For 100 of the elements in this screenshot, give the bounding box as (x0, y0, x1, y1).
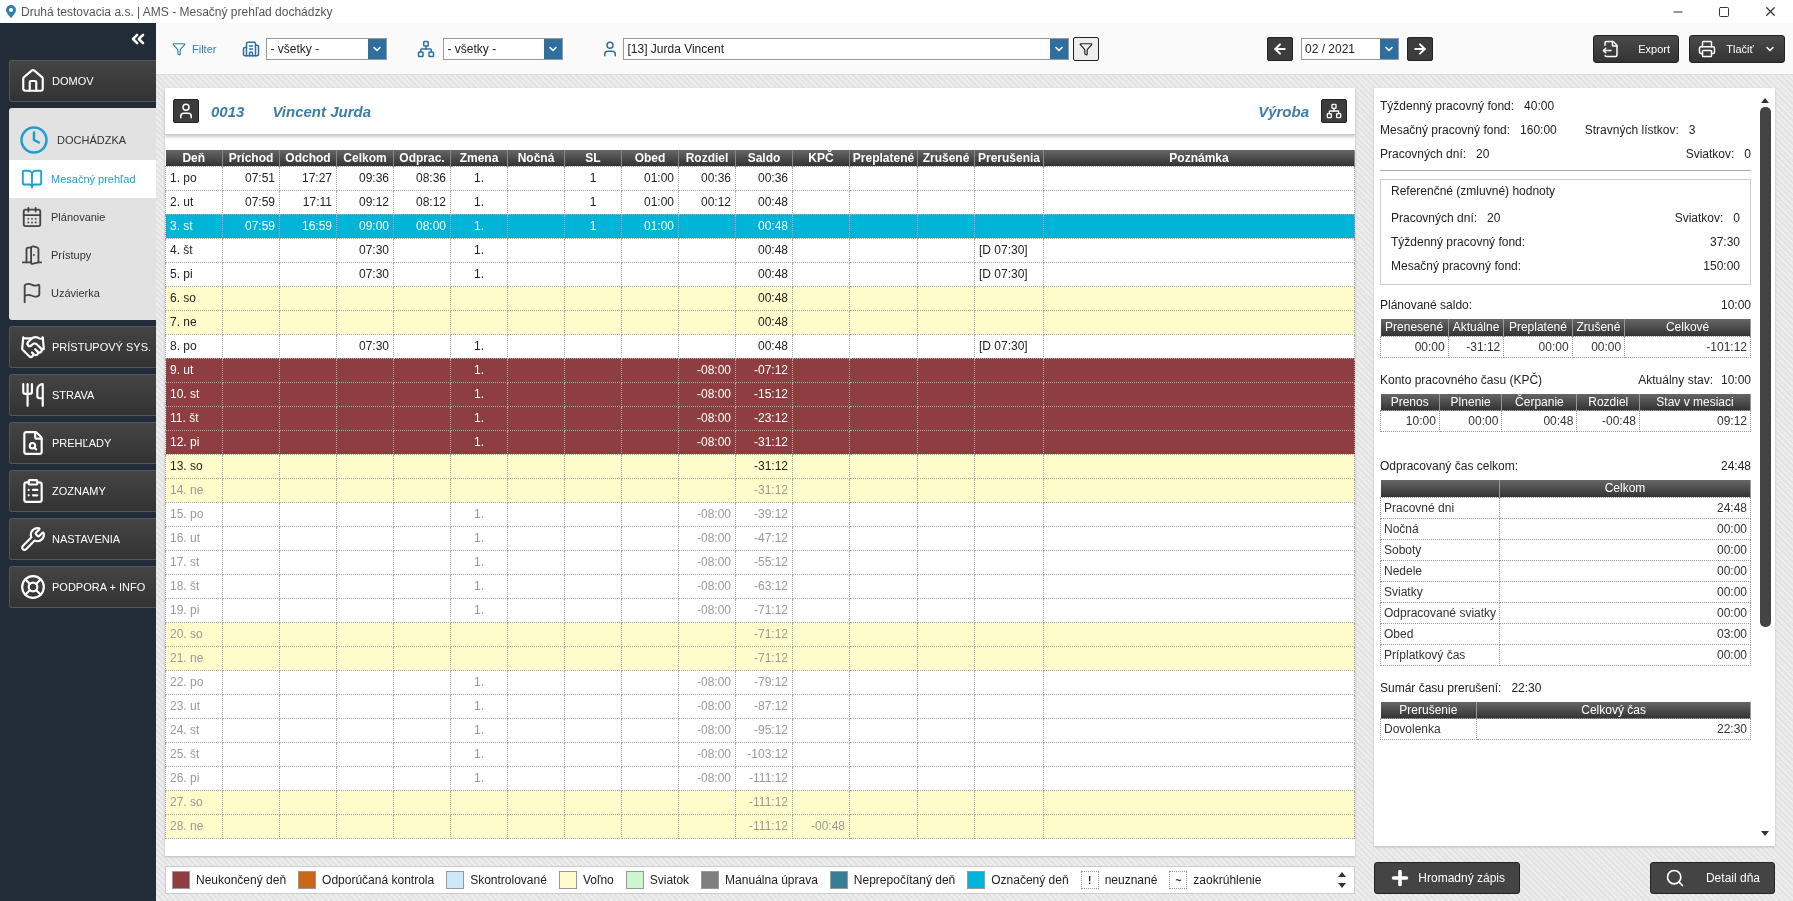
column-header[interactable]: Preplatené (849, 150, 918, 166)
table-cell: 09:12 (1639, 410, 1751, 432)
legend-label: Označený deň (991, 873, 1069, 887)
table-cell: 00:00 (1499, 539, 1751, 560)
sidebar-button[interactable]: STRAVA (9, 374, 156, 416)
table-row[interactable]: 4. št 07:30 1. 00:48 [D 07:30] (165, 238, 1355, 262)
bulk-entry-button[interactable]: Hromadný zápis (1374, 862, 1520, 894)
export-button[interactable]: Export (1593, 34, 1679, 63)
column-header[interactable]: Deň (165, 150, 223, 166)
department-select[interactable]: - všetky - (266, 37, 388, 60)
table-cell: 00:00 (1499, 518, 1751, 539)
up-arrow-icon (1338, 872, 1346, 877)
column-header[interactable]: Zrušené (917, 150, 975, 166)
label-text: Aktuálny stav: (1638, 372, 1713, 387)
print-button[interactable]: Tlačiť (1689, 34, 1785, 63)
column-header[interactable]: Saldo (735, 150, 793, 166)
column-header[interactable]: Celkom (336, 150, 394, 166)
table-cell: 00:00 (1503, 336, 1573, 357)
column-header[interactable]: Obed (621, 150, 679, 166)
day-detail-button[interactable]: Detail dňa (1650, 862, 1775, 894)
table-cell: 10:00 (1380, 410, 1440, 432)
legend-label: Skontrolované (470, 873, 547, 887)
table-row[interactable]: 12. pi 1. -08:00 -31:12 (165, 430, 1355, 454)
sidebar-button[interactable]: PRÍSTUPOVÝ SYS. (9, 326, 156, 368)
column-header[interactable]: SL (564, 150, 622, 166)
legend-spinner[interactable] (1336, 872, 1348, 888)
table-row[interactable]: 1. po 07:51 17:27 09:36 08:36 1. 1 01:00 00:36 00:36 (165, 166, 1355, 190)
label-text: Pracovných dní: (1391, 211, 1478, 225)
sidebar-item[interactable]: Prístupy (9, 236, 156, 274)
table-row[interactable]: 13. so -31:12 (165, 454, 1355, 478)
maximize-icon[interactable] (1718, 5, 1730, 18)
org-chart-button[interactable] (1321, 99, 1347, 123)
plus-icon (1389, 867, 1411, 889)
scroll-up-icon[interactable] (1761, 98, 1769, 103)
column-header[interactable]: Prerušenia (974, 150, 1044, 166)
person-button[interactable] (173, 99, 199, 123)
table-cell: Dovolenka (1380, 718, 1477, 740)
filter-button[interactable] (1073, 36, 1100, 61)
lifebuoy-icon (20, 574, 46, 600)
column-header: Celkom (1499, 480, 1751, 497)
column-header[interactable]: Rozdiel (678, 150, 736, 166)
column-header: Celkový čas (1476, 701, 1751, 719)
column-header[interactable]: Odchod (279, 150, 337, 166)
sidebar-button[interactable]: ZOZNAMY (9, 470, 156, 512)
column-header[interactable]: Zmena (450, 150, 508, 166)
column-header: Rozdiel (1576, 393, 1640, 411)
sidebar-item[interactable]: Plánovanie (9, 198, 156, 236)
column-header[interactable]: Nočná (507, 150, 565, 166)
table-row[interactable]: 6. so 00:48 (165, 286, 1355, 310)
column-header[interactable]: Odprac. (393, 150, 451, 166)
table-cell: 22:30 (1476, 718, 1751, 740)
sidebar-button[interactable]: DOMOV (9, 60, 156, 102)
column-header[interactable]: KPČ (792, 150, 850, 166)
legend-label: Sviatok (649, 873, 690, 887)
column-header: Čerpanie (1501, 393, 1577, 411)
table-row[interactable]: 8. po 07:30 1. 00:48 [D 07:30] (165, 334, 1355, 358)
table-cell: 00:00 (1572, 336, 1625, 357)
flag-icon (21, 282, 43, 304)
sidebar-button[interactable]: NASTAVENIA (9, 518, 156, 560)
previous-button[interactable] (1267, 36, 1293, 61)
table-cell: Obed (1380, 623, 1500, 644)
team-select[interactable]: - všetky - (443, 37, 564, 60)
sidebar-button[interactable]: PREHĽADY (9, 422, 156, 464)
filter-icon (1079, 41, 1094, 56)
column-header: Prenesené (1380, 319, 1449, 336)
table-cell: Pracovné dni (1380, 497, 1500, 518)
value-text: 22:30 (1511, 680, 1542, 695)
person-icon (177, 102, 195, 120)
table-row[interactable]: 2. ut 07:59 17:11 09:12 08:12 1. 1 01:00 00:12 00:48 (165, 190, 1355, 214)
column-header: Celkové (1624, 319, 1751, 336)
legend-label: zaokrúhlenie (1193, 873, 1262, 887)
scroll-down-icon[interactable] (1761, 831, 1769, 836)
table-row[interactable]: 11. št 1. -08:00 -23:12 (165, 406, 1355, 430)
table-row[interactable]: 5. pi 07:30 1. 00:48 [D 07:30] (165, 262, 1355, 286)
legend-label: Neukončený deň (196, 873, 287, 887)
table-row[interactable]: 7. ne 00:48 (165, 310, 1355, 334)
table-row[interactable]: 10. st 1. -08:00 -15:12 (165, 382, 1355, 406)
sidebar-item[interactable]: Uzávierka (9, 274, 156, 312)
period-select[interactable]: 02 / 2021 (1301, 37, 1399, 60)
table-row[interactable]: 9. ut 1. -08:00 -07:12 (165, 358, 1355, 382)
column-header[interactable]: Poznámka (1043, 150, 1355, 166)
column-header: Prerušenie (1380, 701, 1477, 719)
next-button[interactable] (1407, 36, 1433, 61)
sidebar-button[interactable]: PODPORA + INFO (9, 566, 156, 608)
value-text: 37:30 (1709, 235, 1740, 249)
menu-group-label: DOCHÁDZKA (57, 134, 127, 146)
menu-group-header[interactable]: DOCHÁDZKA (9, 120, 156, 160)
column-header[interactable]: Príchod (222, 150, 280, 166)
value-text: 150:00 (1703, 259, 1740, 273)
location-pin-icon (6, 5, 16, 18)
label-text: Stravných lístkov: (1584, 123, 1679, 137)
filter-label: Filter (172, 41, 217, 56)
value-text: 24:48 (1720, 459, 1751, 473)
plate-icon (20, 382, 46, 408)
employee-name: Vincent Jurda (272, 102, 371, 120)
table-cell: -101:12 (1624, 336, 1751, 357)
value-text: 160:00 (1520, 123, 1557, 137)
clock-icon (19, 125, 49, 155)
table-cell: 00:00 (1499, 602, 1751, 623)
employee-select[interactable]: [13] Jurda Vincent (623, 37, 1070, 60)
